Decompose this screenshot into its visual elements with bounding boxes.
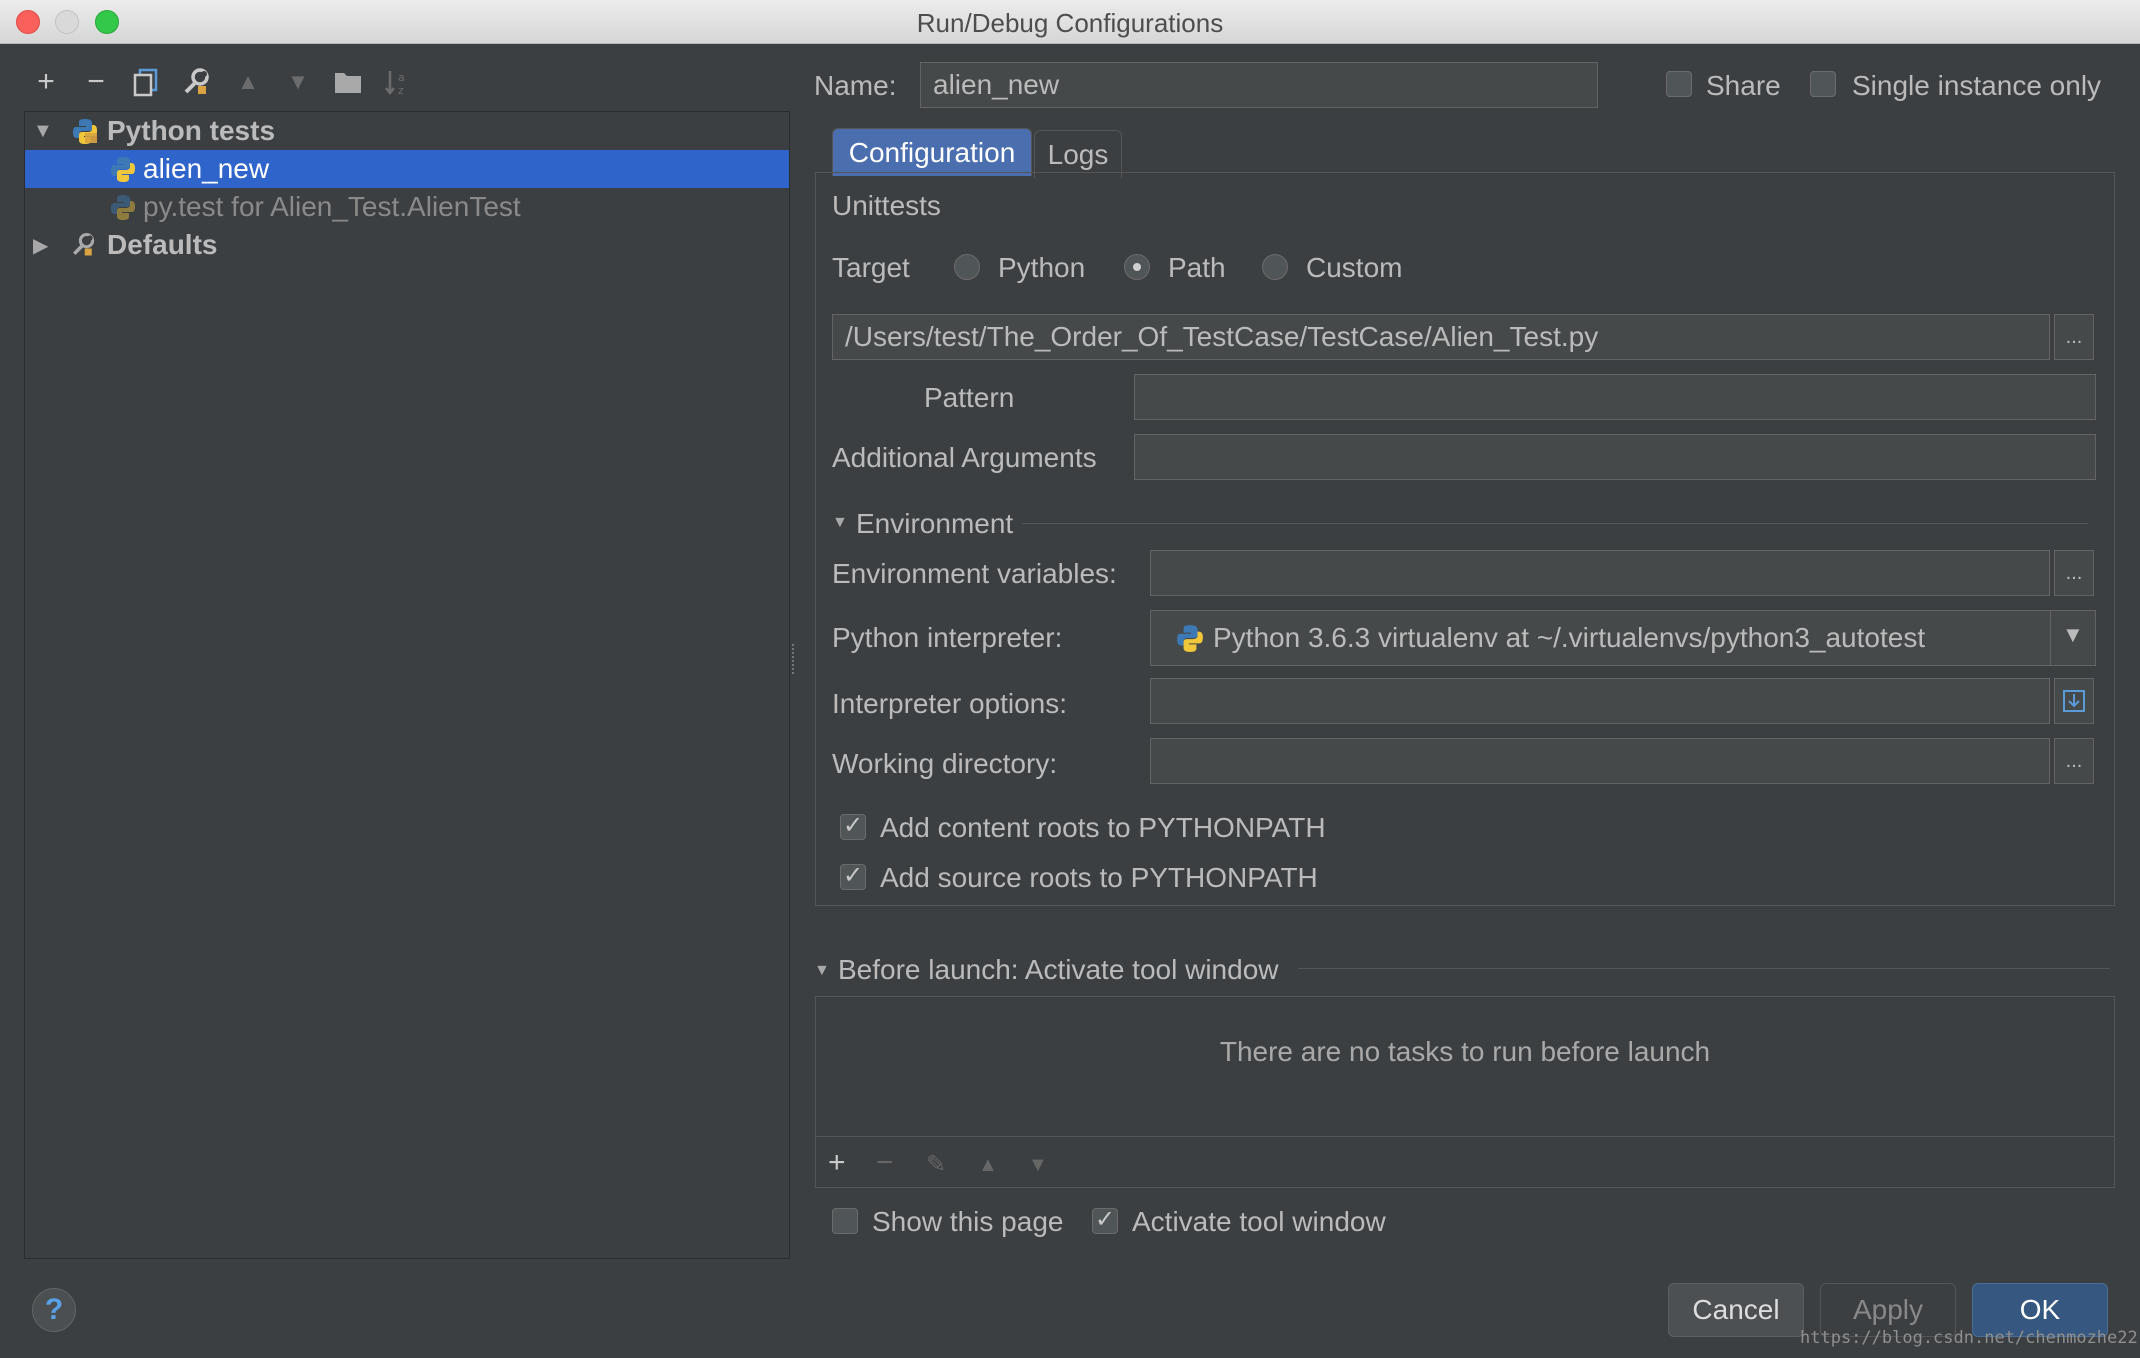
target-label: Target <box>832 252 910 283</box>
script-path-input[interactable]: /Users/test/The_Order_Of_TestCase/TestCa… <box>832 314 2050 360</box>
python-interpreter-value: Python 3.6.3 virtualenv at ~/.virtualenv… <box>1213 622 1926 653</box>
tree-item-label: Python tests <box>107 115 276 146</box>
name-input[interactable]: alien_new <box>920 62 1598 108</box>
add-task-button[interactable]: + <box>828 1146 846 1180</box>
add-configuration-button[interactable]: + <box>28 64 64 100</box>
interpreter-options-label: Interpreter options: <box>832 688 1068 719</box>
target-path-radio[interactable] <box>1124 254 1150 280</box>
cancel-button[interactable]: Cancel <box>1668 1283 1804 1337</box>
svg-text:z: z <box>398 84 404 97</box>
target-python-radio[interactable] <box>954 254 980 280</box>
section-title-unittests: Unittests <box>832 190 941 221</box>
content-roots-label: Add content roots to PYTHONPATH <box>880 812 1326 843</box>
share-checkbox[interactable] <box>1666 71 1692 97</box>
environment-variables-input[interactable] <box>1150 550 2050 596</box>
before-launch-title: Before launch: Activate tool window <box>838 954 1279 985</box>
python-icon <box>1177 625 1203 652</box>
configuration-tree[interactable]: ▼ Python tests alien_new py.test for Ali… <box>24 111 790 1259</box>
tree-item-defaults[interactable]: ▶ Defaults <box>25 226 789 264</box>
additional-arguments-label: Additional Arguments <box>832 442 1097 473</box>
title-bar: Run/Debug Configurations <box>0 0 2140 44</box>
collapse-before-launch-icon[interactable]: ▼ <box>814 962 830 980</box>
python-interpreter-label: Python interpreter: <box>832 622 1063 653</box>
watermark-text: https://blog.csdn.net/chenmozhe22 <box>1800 1328 2138 1348</box>
expand-arrow-icon[interactable]: ▶ <box>33 233 48 258</box>
sort-button[interactable]: az <box>380 64 416 100</box>
single-instance-checkbox[interactable] <box>1810 71 1836 97</box>
remove-configuration-button[interactable]: − <box>78 64 114 100</box>
expand-interpreter-options-button[interactable] <box>2054 678 2094 724</box>
python-icon <box>73 119 97 144</box>
target-path-label: Path <box>1168 252 1226 283</box>
environment-variables-label: Environment variables: <box>832 558 1117 589</box>
interpreter-options-input[interactable] <box>1150 678 2050 724</box>
single-instance-label: Single instance only <box>1852 70 2102 101</box>
folder-icon <box>335 73 361 93</box>
copy-configuration-button[interactable] <box>128 64 164 100</box>
help-button[interactable]: ? <box>32 1288 76 1332</box>
tree-item-label: py.test for Alien_Test.AlienTest <box>143 191 521 222</box>
wrench-icon <box>73 232 95 256</box>
edit-defaults-button[interactable] <box>178 64 214 100</box>
task-toolbar-divider <box>815 1136 2115 1137</box>
chevron-down-icon[interactable]: ▼ <box>2062 622 2084 648</box>
environment-divider <box>1022 523 2088 524</box>
pattern-input[interactable] <box>1134 374 2096 420</box>
tree-item-pytest-alien[interactable]: py.test for Alien_Test.AlienTest <box>25 188 789 226</box>
python-test-icon <box>111 157 135 182</box>
working-directory-input[interactable] <box>1150 738 2050 784</box>
tree-item-python-tests[interactable]: ▼ Python tests <box>25 112 789 150</box>
python-interpreter-select[interactable]: Python 3.6.3 virtualenv at ~/.virtualenv… <box>1150 610 2096 666</box>
working-directory-label: Working directory: <box>832 748 1058 779</box>
remove-task-button[interactable]: − <box>876 1146 894 1180</box>
panel-splitter[interactable] <box>792 644 798 674</box>
source-roots-label: Add source roots to PYTHONPATH <box>880 862 1318 893</box>
edit-task-button[interactable]: ✎ <box>926 1150 946 1179</box>
expand-arrow-icon[interactable]: ▼ <box>33 120 53 143</box>
target-custom-label: Custom <box>1306 252 1403 283</box>
python-test-icon <box>111 195 135 220</box>
name-label: Name: <box>814 70 897 101</box>
empty-tasks-text: There are no tasks to run before launch <box>1219 1036 1711 1067</box>
tab-logs[interactable]: Logs <box>1034 130 1122 178</box>
browse-working-directory-button[interactable]: ... <box>2054 738 2094 784</box>
sort-icon: az <box>385 71 405 97</box>
source-roots-checkbox[interactable]: ✓ <box>840 864 866 890</box>
collapse-environment-icon[interactable]: ▼ <box>832 514 848 532</box>
expand-field-icon <box>2063 690 2085 712</box>
move-up-button[interactable]: ▲ <box>230 64 266 100</box>
browse-path-button[interactable]: ... <box>2054 314 2094 360</box>
pattern-label: Pattern <box>924 382 1015 413</box>
content-roots-checkbox[interactable]: ✓ <box>840 814 866 840</box>
edit-environment-variables-button[interactable]: ... <box>2054 550 2094 596</box>
show-this-page-label: Show this page <box>872 1206 1064 1237</box>
activate-tool-window-label: Activate tool window <box>1132 1206 1386 1237</box>
target-custom-radio[interactable] <box>1262 254 1288 280</box>
tree-item-alien-new[interactable]: alien_new <box>25 150 789 188</box>
folder-button[interactable] <box>330 64 366 100</box>
environment-section-title: Environment <box>856 508 1014 539</box>
before-launch-divider <box>1298 968 2110 969</box>
move-task-down-button[interactable]: ▼ <box>1028 1154 1048 1177</box>
show-this-page-checkbox[interactable] <box>832 1208 858 1234</box>
tree-item-label: Defaults <box>107 229 218 260</box>
additional-arguments-input[interactable] <box>1134 434 2096 480</box>
tree-item-label: alien_new <box>143 153 270 184</box>
select-divider <box>2050 611 2051 665</box>
tab-configuration[interactable]: Configuration <box>832 128 1032 176</box>
copy-icon <box>133 68 158 97</box>
wrench-icon <box>184 68 209 94</box>
before-launch-task-list[interactable] <box>815 996 2115 1188</box>
window-title: Run/Debug Configurations <box>916 8 1224 38</box>
target-python-label: Python <box>998 252 1086 283</box>
svg-text:a: a <box>398 71 405 84</box>
move-task-up-button[interactable]: ▲ <box>978 1154 998 1177</box>
share-label: Share <box>1706 70 1781 101</box>
activate-tool-window-checkbox[interactable]: ✓ <box>1092 1208 1118 1234</box>
move-down-button[interactable]: ▼ <box>280 64 316 100</box>
